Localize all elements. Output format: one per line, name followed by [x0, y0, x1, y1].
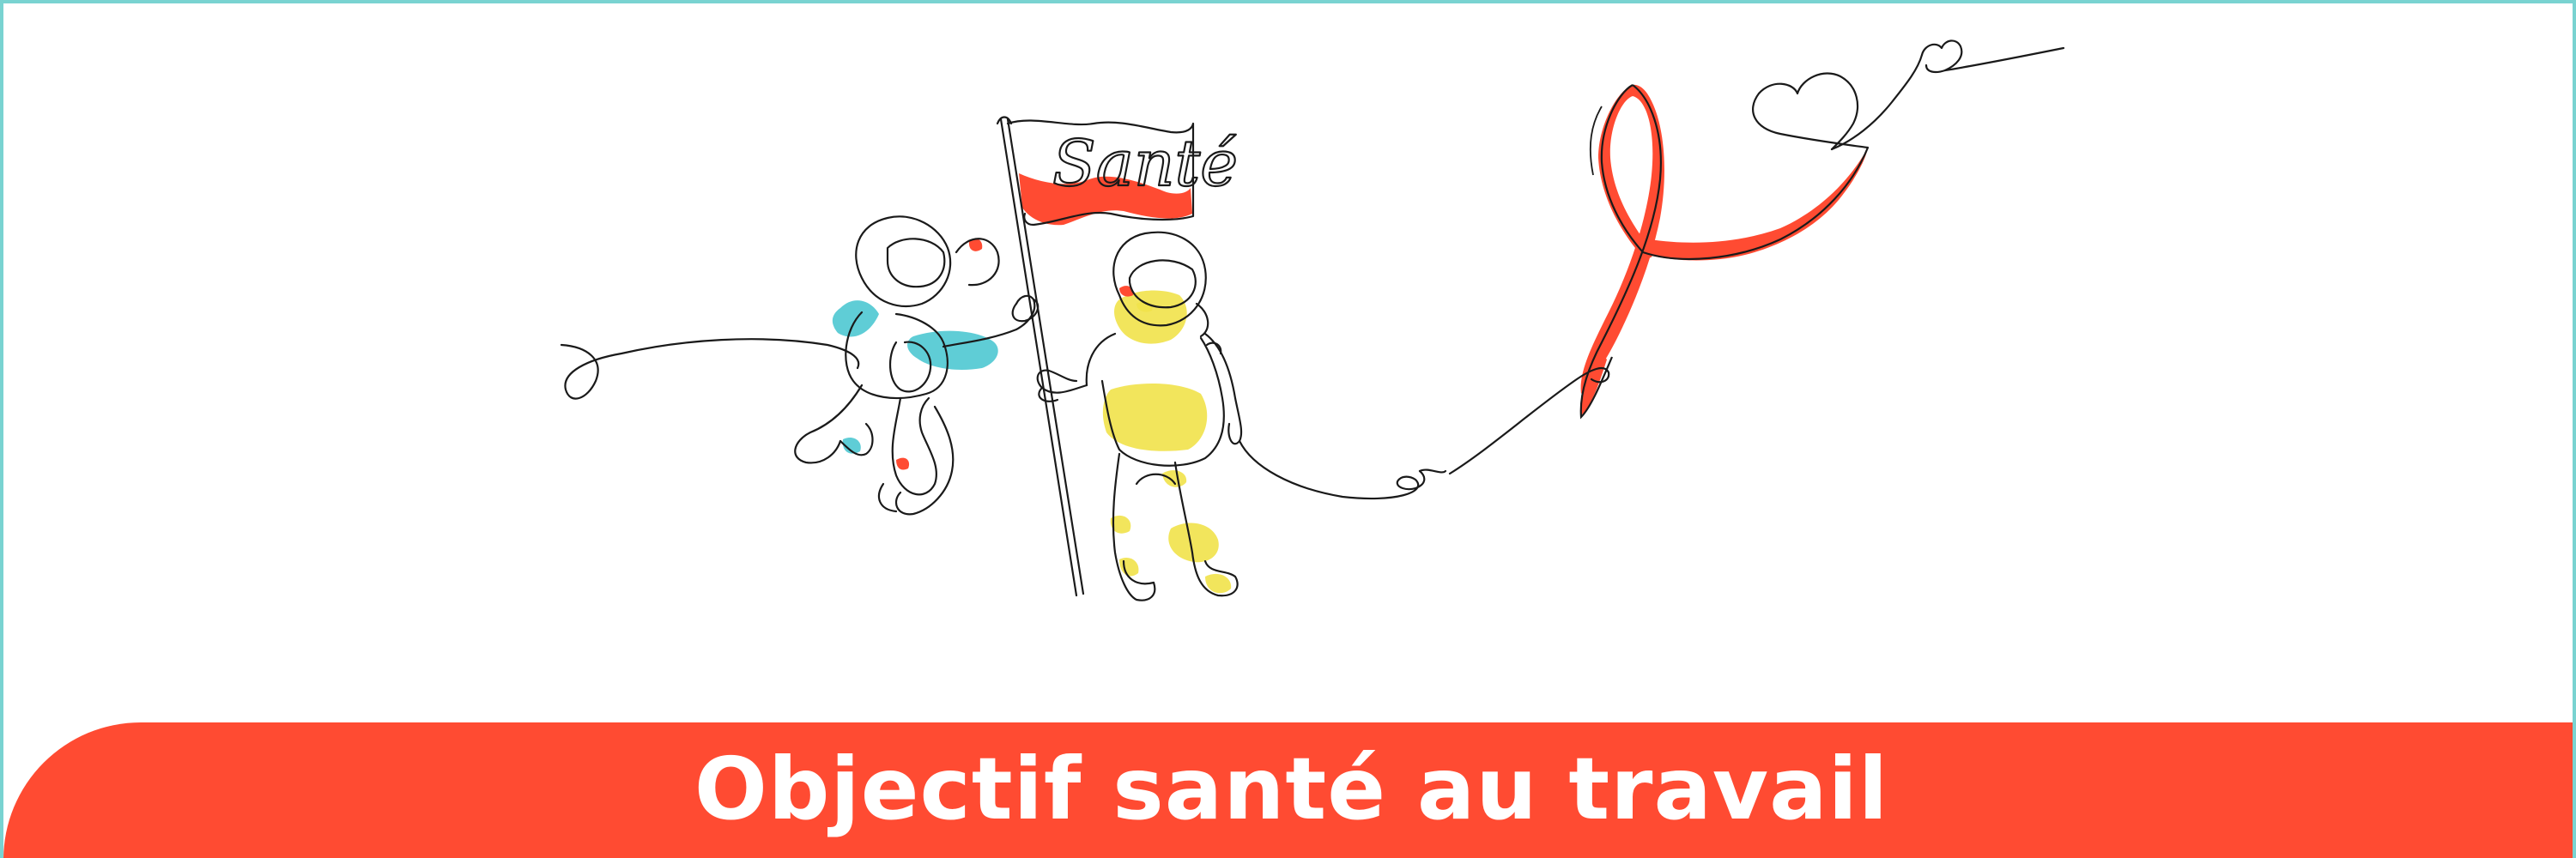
flag-label: Santé [1052, 127, 1238, 201]
yellow-accent-fills [1102, 290, 1232, 594]
line-art-illustration: Santé [560, 39, 2065, 601]
cyan-accent-fills [832, 300, 998, 454]
banner-title: Objectif santé au travail [694, 739, 1889, 839]
header-banner-frame: Santé Objectif santé au travail [0, 0, 2576, 858]
title-banner: Objectif santé au travail [3, 722, 2573, 858]
red-ribbon [1579, 84, 1870, 420]
line-art-strokes: Santé [560, 39, 2065, 601]
